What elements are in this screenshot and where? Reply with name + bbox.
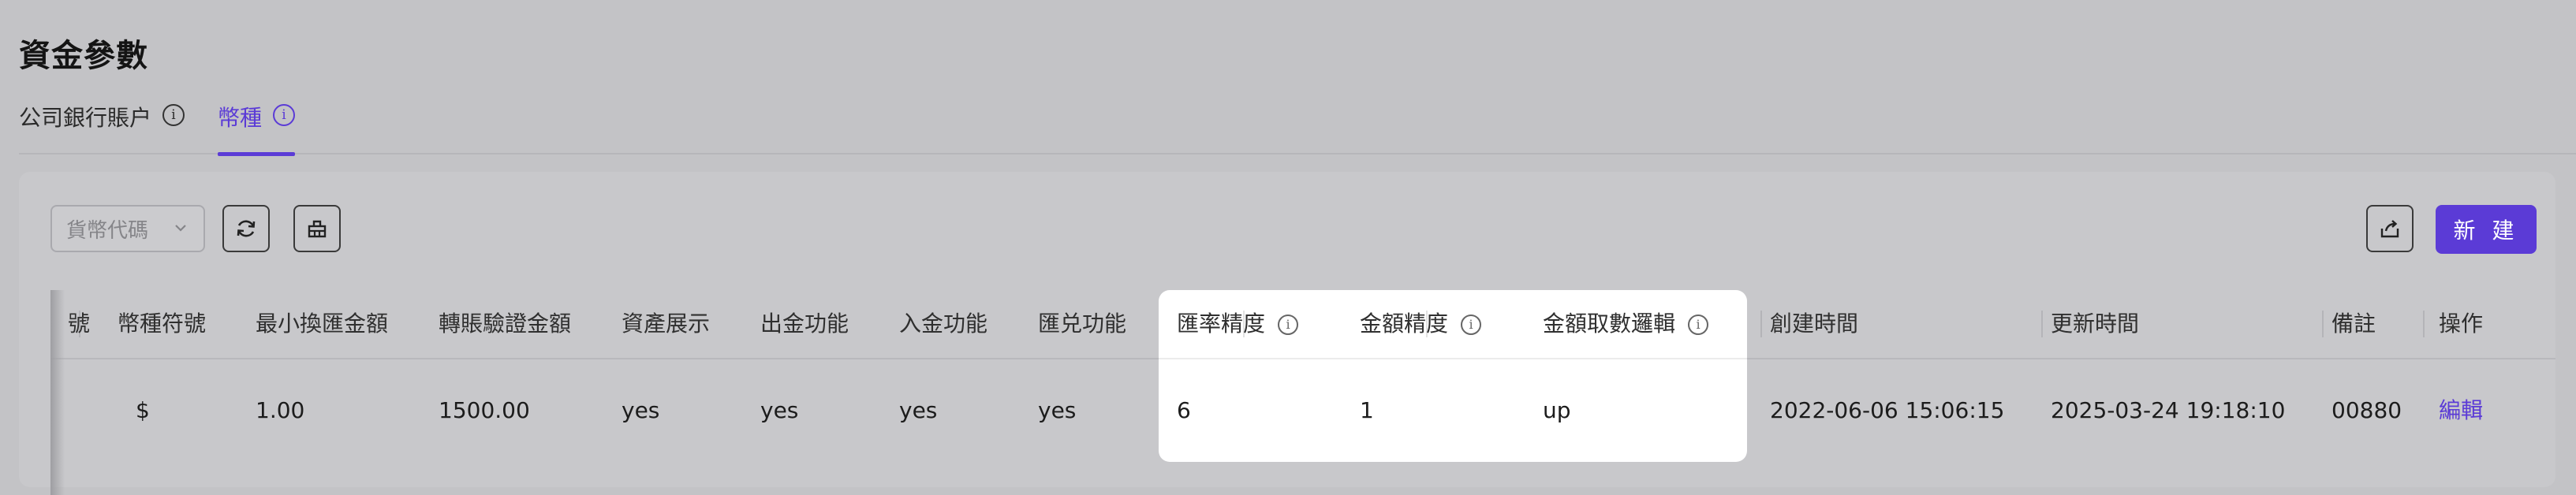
tab-company-bank-accounts[interactable]: 公司銀行賬户 i xyxy=(19,101,185,154)
column-divider xyxy=(2041,311,2043,337)
column-header-updated-at: 更新時間 xyxy=(2051,311,2140,337)
info-icon[interactable]: i xyxy=(273,104,296,126)
tab-currency[interactable]: 幣種 i xyxy=(218,101,296,156)
cell-rate-precision: 6 xyxy=(1177,397,1191,423)
content-card: 貨幣代碼 新 建 號 幣種符號 最小換匯金額 轉賬驗證金額 資產展示 出金功能 … xyxy=(19,172,2555,495)
cell-asset-display: yes xyxy=(622,397,660,423)
info-icon[interactable]: i xyxy=(1278,314,1299,335)
column-header-label: 金額精度 xyxy=(1360,311,1449,337)
column-header-label: 匯率精度 xyxy=(1177,311,1266,337)
scroll-shadow xyxy=(50,290,65,495)
refresh-icon xyxy=(237,220,256,237)
column-header-deposit: 入金功能 xyxy=(899,311,988,337)
column-header-amount-precision: 金額精度 i xyxy=(1360,290,1482,358)
export-button[interactable] xyxy=(2366,205,2414,252)
cell-updated-at: 2025-03-24 19:18:10 xyxy=(2051,397,2286,423)
column-divider xyxy=(1760,311,1762,337)
column-header-id: 號 xyxy=(68,311,91,337)
column-header-amount-rounding: 金額取數邏輯 i xyxy=(1543,290,1709,358)
column-header-transfer-verify: 轉賬驗證金額 xyxy=(439,311,572,337)
info-icon[interactable]: i xyxy=(1688,314,1709,335)
column-divider xyxy=(2423,311,2425,337)
column-header-exchange: 匯兑功能 xyxy=(1038,311,1127,337)
column-header-asset-display: 資產展示 xyxy=(622,311,711,337)
page-title: 資金參數 xyxy=(19,38,148,74)
column-header-remark: 備註 xyxy=(2331,311,2376,337)
tab-bar: 公司銀行賬户 i 幣種 i xyxy=(19,101,2576,156)
cell-amount-rounding: up xyxy=(1543,397,1571,423)
column-header-label: 金額取數邏輯 xyxy=(1543,311,1676,337)
cell-created-at: 2022-06-06 15:06:15 xyxy=(1770,397,2005,423)
currency-code-placeholder: 貨幣代碼 xyxy=(66,218,149,243)
column-header-rate-precision: 匯率精度 i xyxy=(1177,290,1299,358)
column-header-created-at: 創建時間 xyxy=(1770,311,1859,337)
tab-label: 幣種 xyxy=(218,105,263,131)
tab-divider xyxy=(19,153,2576,154)
cell-deposit: yes xyxy=(899,397,938,423)
highlight-header-separator xyxy=(1159,358,1747,359)
clear-filters-button[interactable] xyxy=(293,205,341,252)
edit-link[interactable]: 編輯 xyxy=(2439,359,2483,462)
cell-symbol: $ xyxy=(136,397,150,423)
currency-table: 號 幣種符號 最小換匯金額 轉賬驗證金額 資產展示 出金功能 入金功能 匯兑功能… xyxy=(50,290,2555,495)
column-header-withdraw: 出金功能 xyxy=(760,311,849,337)
export-icon xyxy=(2380,220,2399,238)
column-divider xyxy=(2322,311,2324,337)
cell-exchange: yes xyxy=(1038,397,1077,423)
column-header-min-exchange: 最小換匯金額 xyxy=(256,311,389,337)
column-header-symbol: 幣種符號 xyxy=(118,311,207,337)
cell-remark: 00880 xyxy=(2331,397,2402,423)
cell-withdraw: yes xyxy=(760,397,799,423)
cell-min-exchange: 1.00 xyxy=(256,397,305,423)
info-icon[interactable]: i xyxy=(162,104,185,126)
tab-label: 公司銀行賬户 xyxy=(19,105,152,131)
info-icon[interactable]: i xyxy=(1461,314,1482,335)
currency-code-select[interactable]: 貨幣代碼 xyxy=(50,205,205,252)
eraser-icon xyxy=(308,220,327,238)
cell-amount-precision: 1 xyxy=(1360,397,1374,423)
chevron-down-icon xyxy=(175,225,186,232)
column-header-action: 操作 xyxy=(2439,311,2484,337)
refresh-button[interactable] xyxy=(222,205,270,252)
new-button[interactable]: 新 建 xyxy=(2436,205,2537,254)
cell-transfer-verify: 1500.00 xyxy=(439,397,530,423)
